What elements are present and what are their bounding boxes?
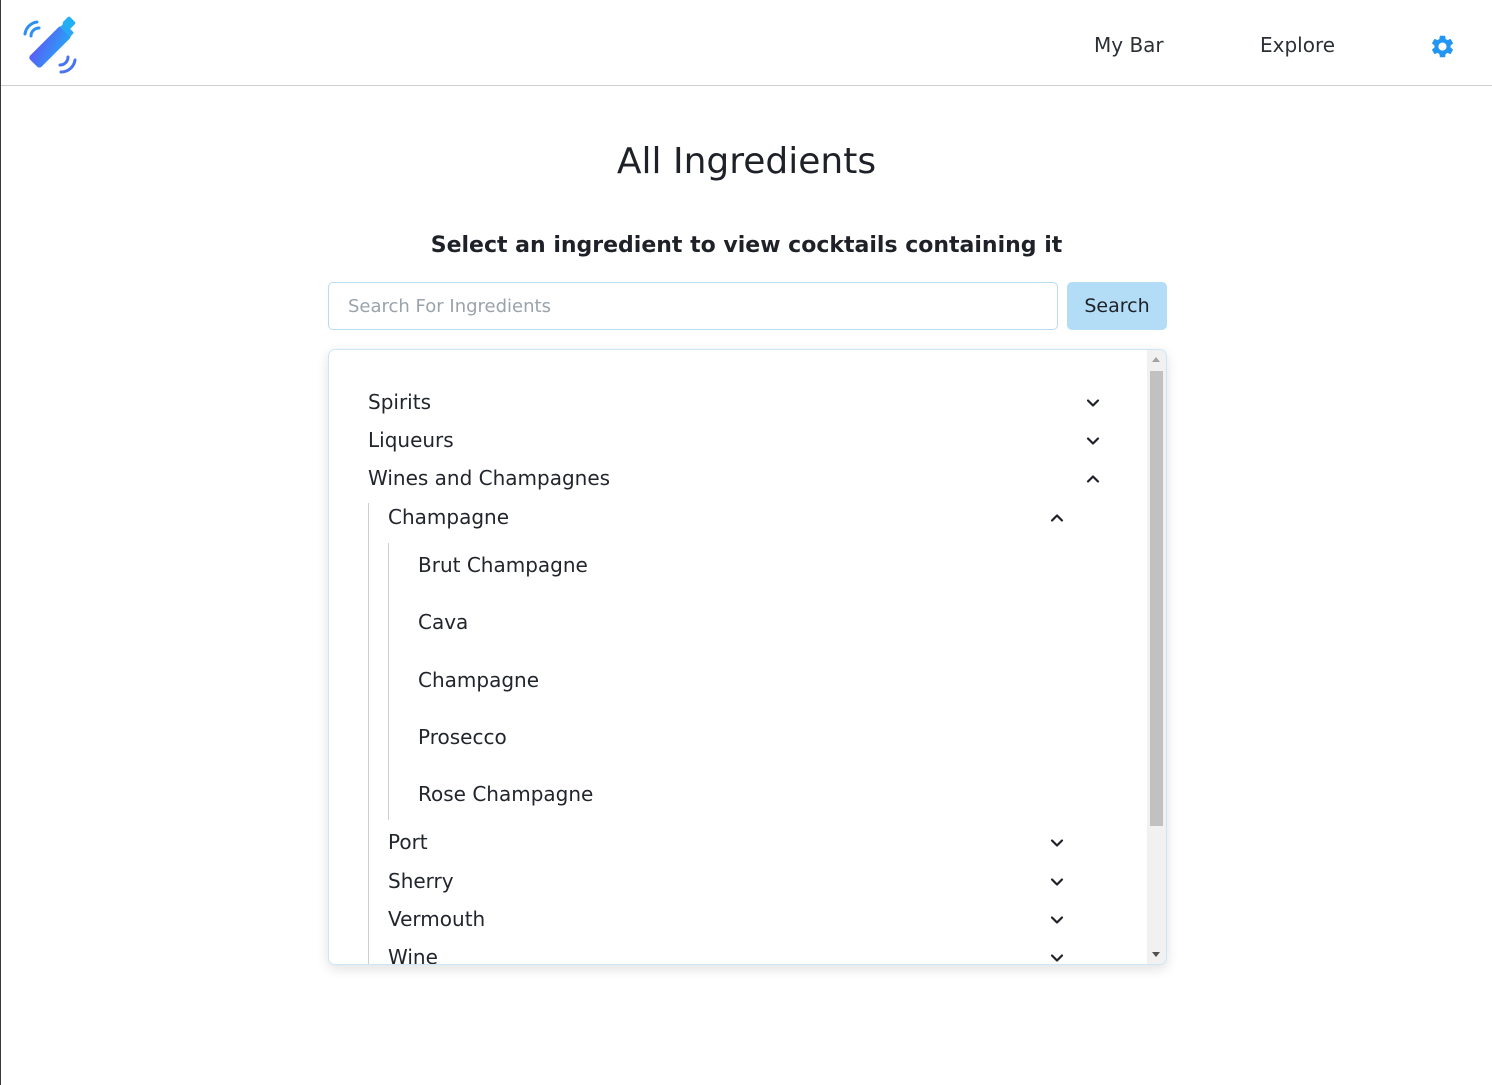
ingredient-item[interactable]: Cava	[418, 609, 468, 635]
page-title: All Ingredients	[616, 141, 877, 182]
subcategory-port[interactable]: Port	[388, 829, 428, 855]
ingredient-tree: Spirits Liqueurs Wines and Champagnes Ch…	[329, 350, 1147, 965]
tree-indent-line	[368, 503, 369, 964]
gear-icon[interactable]	[1429, 33, 1456, 60]
tree-scrollbar[interactable]	[1147, 350, 1166, 964]
chevron-down-icon[interactable]	[1049, 835, 1065, 851]
nav-link-my-bar[interactable]: My Bar	[1094, 31, 1164, 59]
page-subtitle: Select an ingredient to view cocktails c…	[430, 233, 1063, 258]
ingredient-item[interactable]: Champagne	[418, 667, 539, 693]
scroll-down-arrow-icon[interactable]	[1152, 952, 1160, 957]
chevron-up-icon[interactable]	[1049, 510, 1065, 526]
category-spirits[interactable]: Spirits	[368, 389, 431, 415]
chevron-down-icon[interactable]	[1085, 395, 1101, 411]
subcategory-sherry[interactable]: Sherry	[388, 868, 454, 894]
scroll-up-arrow-icon[interactable]	[1152, 357, 1160, 362]
chevron-down-icon[interactable]	[1049, 874, 1065, 890]
chevron-down-icon[interactable]	[1049, 950, 1065, 965]
nav-link-explore[interactable]: Explore	[1260, 31, 1335, 59]
category-wines-and-champagnes[interactable]: Wines and Champagnes	[368, 465, 610, 491]
tree-indent-line	[388, 543, 389, 820]
search-input[interactable]	[328, 282, 1058, 330]
cocktail-shaker-logo-icon[interactable]	[19, 16, 81, 78]
navbar: My Bar Explore	[1, 0, 1492, 86]
chevron-up-icon[interactable]	[1085, 471, 1101, 487]
ingredient-item[interactable]: Rose Champagne	[418, 781, 593, 807]
search-button[interactable]: Search	[1067, 282, 1167, 330]
chevron-down-icon[interactable]	[1049, 912, 1065, 928]
chevron-down-icon[interactable]	[1085, 433, 1101, 449]
subcategory-champagne[interactable]: Champagne	[388, 504, 509, 530]
scrollbar-thumb[interactable]	[1150, 371, 1163, 826]
ingredient-item[interactable]: Brut Champagne	[418, 552, 588, 578]
ingredient-tree-panel: Spirits Liqueurs Wines and Champagnes Ch…	[328, 349, 1167, 965]
subcategory-vermouth[interactable]: Vermouth	[388, 906, 485, 932]
category-liqueurs[interactable]: Liqueurs	[368, 427, 454, 453]
ingredient-item[interactable]: Prosecco	[418, 724, 507, 750]
subcategory-wine[interactable]: Wine	[388, 944, 438, 964]
